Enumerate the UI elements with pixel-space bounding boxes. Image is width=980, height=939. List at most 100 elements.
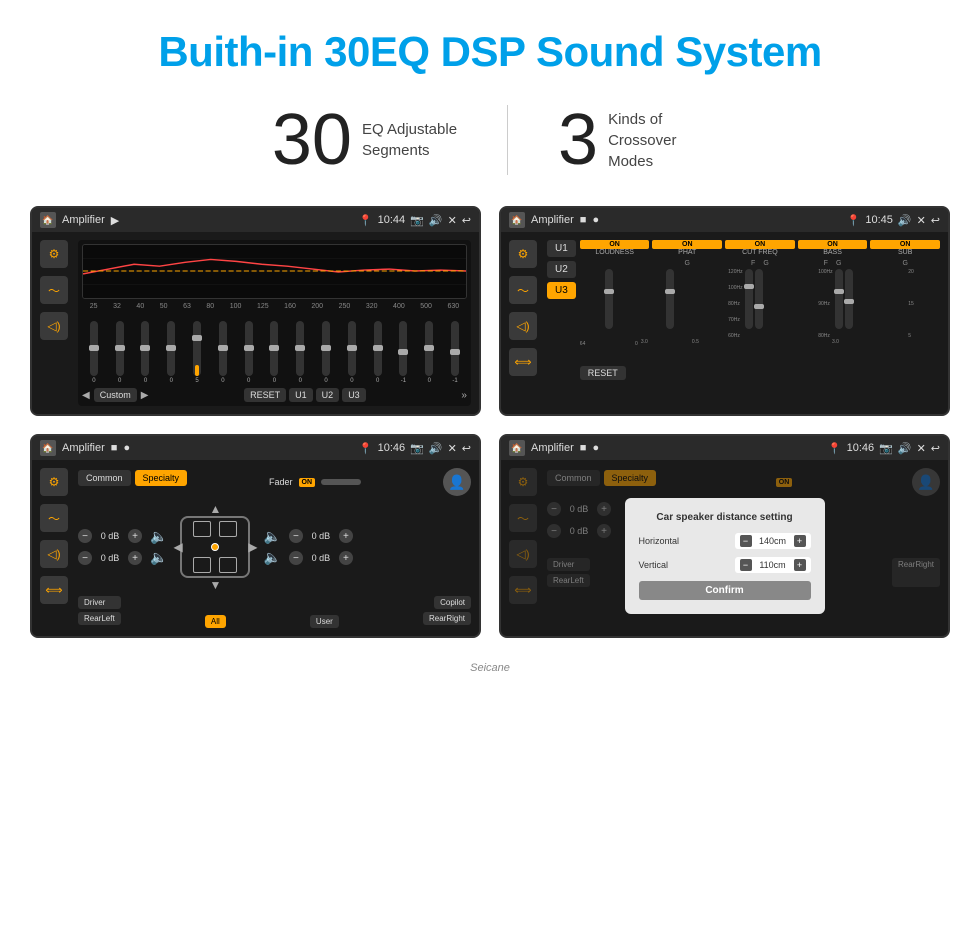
db-plus-1[interactable]: + [128,529,142,543]
reset-btn[interactable]: RESET [244,388,286,402]
phat-slider[interactable] [666,269,674,329]
user-btn[interactable]: User [310,615,339,628]
cutfreq-slider2[interactable] [755,269,763,329]
vertical-minus[interactable]: − [740,559,752,571]
close-icon-3[interactable]: ✕ [448,442,457,455]
home-icon-3[interactable]: 🏠 [40,440,56,456]
avatar-icon-2[interactable]: 👤 [912,468,940,496]
close-icon-1[interactable]: ✕ [448,214,457,227]
db-plus-4[interactable]: + [339,551,353,565]
close-icon-2[interactable]: ✕ [917,214,926,227]
u2-btn[interactable]: U2 [316,388,340,402]
phat-on[interactable]: ON [652,240,722,249]
down-arrow[interactable]: ▼ [209,578,221,592]
eq-volume-btn[interactable]: ◁) [40,312,68,340]
camera-icon-4[interactable]: 📷 [879,442,893,455]
fader-slider[interactable] [321,479,361,485]
spec2-settings-btn[interactable]: ⚙ [509,468,537,496]
fader-on-badge[interactable]: ON [299,478,316,487]
spec-volume-btn[interactable]: ◁) [40,540,68,568]
spec-wave-btn[interactable]: 〜 [40,504,68,532]
specialty-tab-2[interactable]: Specialty [604,470,657,486]
rearright-btn[interactable]: RearRight [423,612,471,625]
eq-next[interactable]: ▶ [141,390,149,401]
on-badge-2[interactable]: ON [776,478,793,487]
right-arrow[interactable]: ▶ [248,540,257,554]
back-icon-3[interactable]: ↩ [462,442,471,455]
volume-icon-4[interactable]: 🔊 [898,442,912,455]
all-btn[interactable]: All [205,615,226,628]
spec2-bt-btn[interactable]: ⟺ [509,576,537,604]
bass-slider1[interactable] [835,269,843,329]
db2-minus-1[interactable]: − [547,502,561,516]
u1-cross-btn[interactable]: U1 [547,240,576,257]
home-icon-1[interactable]: 🏠 [40,212,56,228]
driver-btn[interactable]: Driver [78,596,121,609]
eq-settings-btn[interactable]: ⚙ [40,240,68,268]
driver-btn-2[interactable]: Driver [547,558,590,571]
volume-icon-3[interactable]: 🔊 [429,442,443,455]
cutfreq-name: CUT FREQ [725,249,795,256]
rearright-btn-2[interactable]: RearRight [892,558,940,587]
db2-plus-2[interactable]: + [597,524,611,538]
bass-slider2[interactable] [845,269,853,329]
back-icon-1[interactable]: ↩ [462,214,471,227]
back-icon-2[interactable]: ↩ [931,214,940,227]
db-plus-3[interactable]: + [339,529,353,543]
u3-cross-btn[interactable]: U3 [547,282,576,299]
sub-on[interactable]: ON [870,240,940,249]
eq-wave-btn[interactable]: 〜 [40,276,68,304]
rearleft-btn[interactable]: RearLeft [78,612,121,625]
db-minus-2[interactable]: − [78,551,92,565]
loudness-on[interactable]: ON [580,240,650,249]
cross-reset-btn[interactable]: RESET [580,366,626,380]
u2-cross-btn[interactable]: U2 [547,261,576,278]
volume-icon-1[interactable]: 🔊 [429,214,443,227]
eq-prev[interactable]: ◀ [82,390,90,401]
db2-minus-2[interactable]: − [547,524,561,538]
rearleft-btn-2[interactable]: RearLeft [547,574,590,587]
expand-icon[interactable]: » [461,390,467,401]
cross-wave-btn[interactable]: 〜 [509,276,537,304]
db2-plus-1[interactable]: + [597,502,611,516]
cross-settings-btn[interactable]: ⚙ [509,240,537,268]
close-icon-4[interactable]: ✕ [917,442,926,455]
vertical-plus[interactable]: + [794,559,806,571]
db-plus-2[interactable]: + [128,551,142,565]
camera-icon-3[interactable]: 📷 [410,442,424,455]
spec-settings-btn[interactable]: ⚙ [40,468,68,496]
spec-bt-btn[interactable]: ⟺ [40,576,68,604]
u3-btn[interactable]: U3 [342,388,366,402]
horizontal-minus[interactable]: − [740,535,752,547]
cutfreq-on[interactable]: ON [725,240,795,249]
db-minus-1[interactable]: − [78,529,92,543]
db-minus-3[interactable]: − [289,529,303,543]
center-control[interactable] [211,543,219,551]
db-val-1: 0 dB [96,531,124,541]
cutfreq-slider1[interactable] [745,269,753,329]
loudness-slider[interactable] [605,269,613,329]
avatar-icon-1[interactable]: 👤 [443,468,471,496]
up-arrow[interactable]: ▲ [209,502,221,516]
confirm-button[interactable]: Confirm [639,581,811,600]
camera-icon-1[interactable]: 📷 [410,214,424,227]
time-4: 10:46 [847,442,875,454]
back-icon-4[interactable]: ↩ [931,442,940,455]
horizontal-plus[interactable]: + [794,535,806,547]
spec2-wave-btn[interactable]: 〜 [509,504,537,532]
home-icon-2[interactable]: 🏠 [509,212,525,228]
specialty-tab-1[interactable]: Specialty [135,470,188,486]
common-tab-2[interactable]: Common [547,470,600,486]
cross-bt-btn[interactable]: ⟺ [509,348,537,376]
volume-icon-2[interactable]: 🔊 [898,214,912,227]
copilot-btn[interactable]: Copilot [434,596,471,609]
play-icon-1[interactable]: ▶ [111,214,119,227]
spec2-volume-btn[interactable]: ◁) [509,540,537,568]
db-minus-4[interactable]: − [289,551,303,565]
bass-on[interactable]: ON [798,240,868,249]
u1-btn[interactable]: U1 [289,388,313,402]
cross-volume-btn[interactable]: ◁) [509,312,537,340]
left-arrow[interactable]: ◀ [173,540,182,554]
common-tab-1[interactable]: Common [78,470,131,486]
home-icon-4[interactable]: 🏠 [509,440,525,456]
